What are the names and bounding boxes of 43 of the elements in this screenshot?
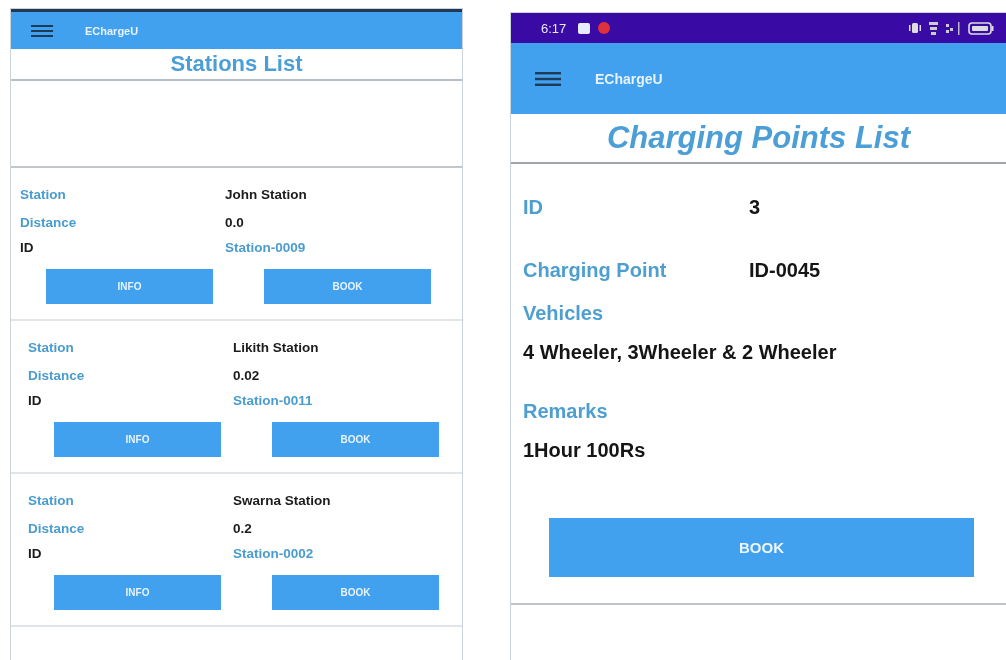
field-value: Station-0002: [233, 545, 314, 561]
book-button[interactable]: BOOK: [272, 422, 439, 457]
field-value: 4 Wheeler, 3Wheeler & 2 Wheeler: [523, 341, 838, 364]
field-value: 3: [749, 196, 761, 219]
menu-icon[interactable]: [31, 24, 53, 37]
field-label: Charging Point: [523, 259, 668, 282]
app-title: EChargeU: [595, 70, 663, 87]
field-label: Vehicles: [523, 302, 605, 325]
screen-title: Charging Points List: [606, 120, 911, 156]
field-value: Station-0009: [225, 239, 306, 255]
field-label: ID: [28, 392, 43, 408]
book-button[interactable]: BOOK: [549, 518, 974, 577]
field-label: ID: [20, 239, 35, 255]
book-button[interactable]: BOOK: [272, 575, 439, 610]
field-label: Distance: [28, 367, 86, 383]
field-label: ID: [523, 196, 544, 219]
app-title: EChargeU: [85, 24, 139, 37]
field-value: John Station: [225, 186, 307, 202]
screen-title: Stations List: [170, 51, 303, 77]
info-button[interactable]: INFO: [46, 269, 213, 304]
menu-icon[interactable]: [535, 71, 561, 86]
field-label: ID: [28, 545, 43, 561]
info-button[interactable]: INFO: [54, 575, 221, 610]
field-label: Remarks: [523, 400, 609, 423]
field-value: 0.0: [225, 214, 244, 230]
field-value: Station-0011: [233, 392, 313, 408]
field-label: Station: [20, 186, 67, 202]
field-value: 1Hour 100Rs: [523, 439, 647, 462]
book-button[interactable]: BOOK: [264, 269, 431, 304]
field-value: 0.2: [233, 520, 252, 536]
info-button[interactable]: INFO: [54, 422, 221, 457]
field-label: Distance: [28, 520, 86, 536]
field-value: Swarna Station: [233, 492, 331, 508]
field-label: Station: [28, 339, 75, 355]
field-label: Distance: [20, 214, 78, 230]
field-value: ID-0045: [749, 259, 821, 282]
field-value: 0.02: [233, 367, 260, 383]
status-time: 6:17: [541, 20, 567, 36]
battery-icon: [968, 21, 994, 35]
vibrate-icon: [909, 22, 921, 34]
field-value: Likith Station: [233, 339, 319, 355]
notification-icon: [578, 22, 591, 34]
field-label: Station: [28, 492, 75, 508]
